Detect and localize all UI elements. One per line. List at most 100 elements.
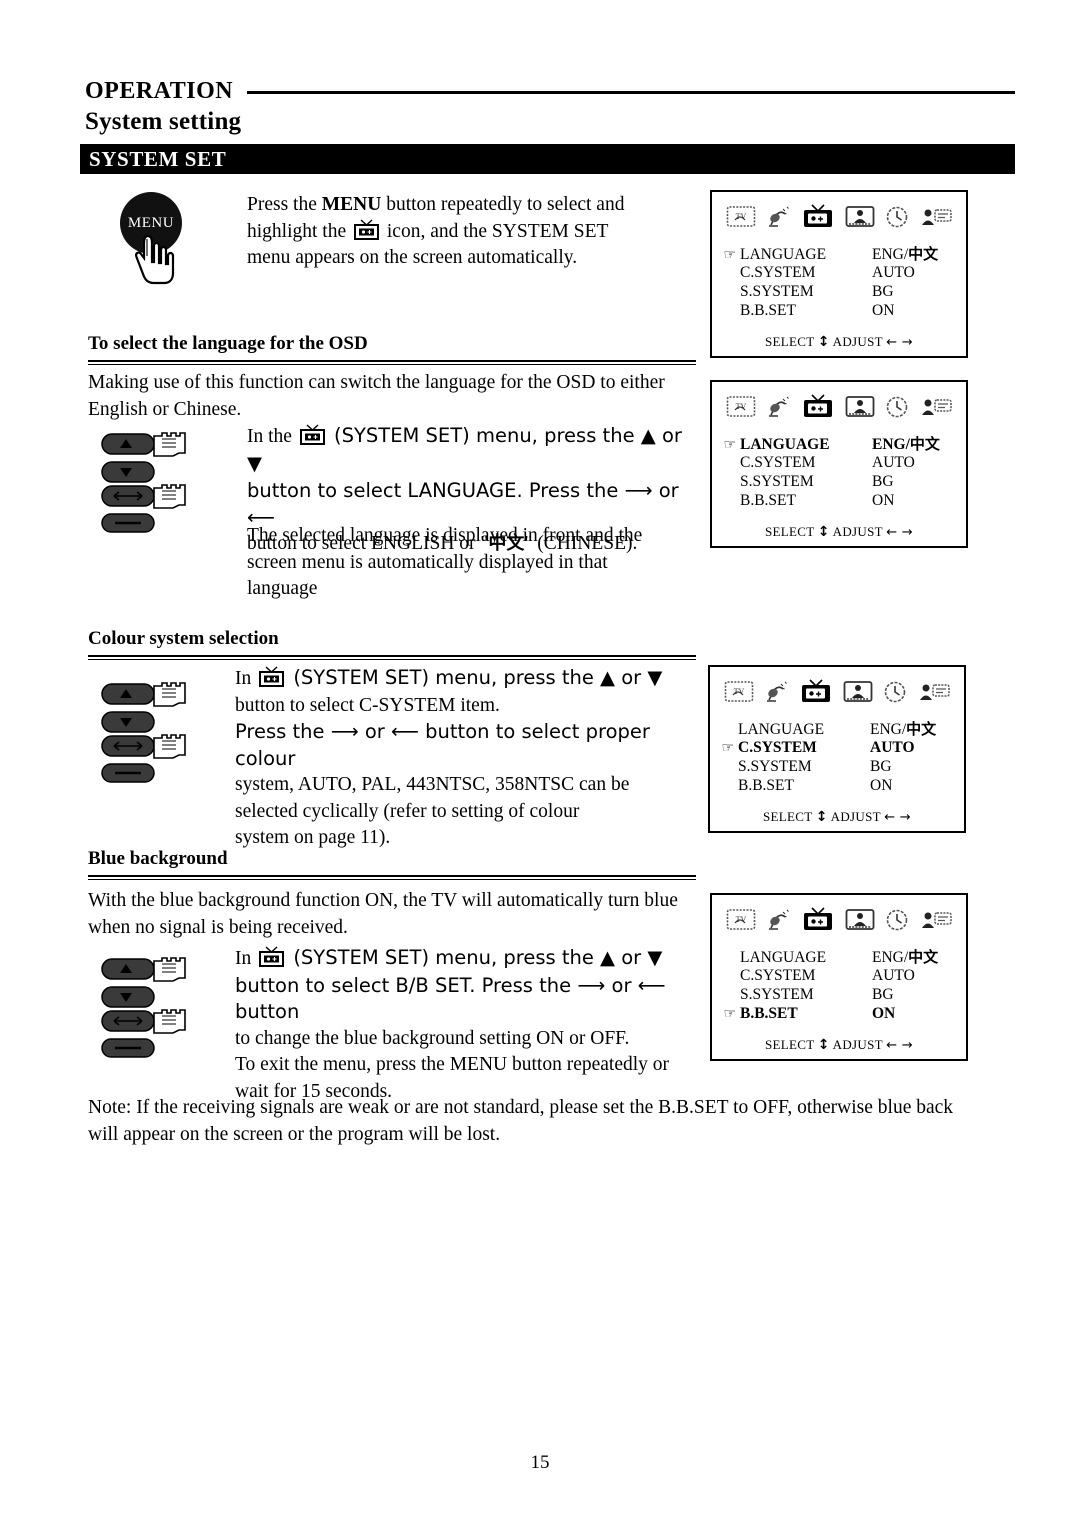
osd-row-language[interactable]: LANGUAGE ENG/中文 <box>712 948 966 967</box>
person-screen-icon[interactable] <box>845 205 875 229</box>
picture-tv-icon[interactable]: TV <box>724 680 754 704</box>
page-number: 15 <box>530 1452 550 1473</box>
osd-value-csystem: AUTO <box>872 967 915 984</box>
picture-tv-icon[interactable]: TV <box>726 908 756 932</box>
osd-row-bbset[interactable]: B.B.SET ON <box>712 302 966 321</box>
page-subtitle: System setting <box>85 108 242 135</box>
menu-button-illustration: MENU <box>112 192 197 287</box>
osd-row-language[interactable]: ☞ LANGUAGE ENG/中文 <box>712 435 966 454</box>
satellite-dish-icon[interactable] <box>764 680 790 704</box>
osd-row-ssystem[interactable]: S.SYSTEM BG <box>712 283 966 302</box>
section-banner: SYSTEM SET <box>80 144 1015 174</box>
osd-row-bbset[interactable]: B.B.SET ON <box>710 777 964 796</box>
remote-buttons-blue <box>100 955 205 1068</box>
system-set-tv-icon <box>354 218 379 240</box>
osd-row-language[interactable]: LANGUAGE ENG/中文 <box>710 720 964 739</box>
caption-person-icon[interactable] <box>920 908 952 932</box>
osd-row-csystem[interactable]: ☞ C.SYSTEM AUTO <box>710 739 964 758</box>
osd-panel-3: TV LANGUAGE ENG/中文 ☞ C.SYSTEM AUTO S.SYS… <box>708 665 966 833</box>
clock-icon[interactable] <box>884 395 910 419</box>
osd-value-language-en: ENG/ <box>870 721 907 738</box>
osd-row-bbset[interactable]: ☞ B.B.SET ON <box>712 1005 966 1024</box>
satellite-dish-icon[interactable] <box>766 908 792 932</box>
section-language-rule <box>88 360 696 365</box>
osd-row-csystem[interactable]: C.SYSTEM AUTO <box>712 967 966 986</box>
osd-row-language[interactable]: ☞ LANGUAGE ENG/中文 <box>712 245 966 264</box>
page-title: OPERATION <box>85 78 234 104</box>
person-screen-icon[interactable] <box>843 680 873 704</box>
osd-label-bbset: B.B.SET <box>738 777 794 794</box>
osd-footer-adjust-label: ADJUST <box>832 334 883 349</box>
osd-pointer-icon: ☞ <box>723 1007 736 1022</box>
clock-icon[interactable] <box>884 205 910 229</box>
intro-paragraph: Press the MENU button repeatedly to sele… <box>247 192 677 272</box>
osd-footer-adjust-arrows: ← → <box>886 525 914 540</box>
remote-button-cluster-icon <box>101 682 186 783</box>
clock-icon[interactable] <box>884 908 910 932</box>
osd-row-ssystem[interactable]: S.SYSTEM BG <box>712 986 966 1005</box>
flat-button-icon <box>101 1038 155 1058</box>
satellite-dish-icon[interactable] <box>766 205 792 229</box>
blue-step-line-1: In (SYSTEM SET) menu, press the ▲ or ▼ <box>235 945 700 973</box>
osd-label-csystem: C.SYSTEM <box>740 967 816 984</box>
picture-tv-icon[interactable]: TV <box>726 395 756 419</box>
system-set-tv-icon[interactable] <box>799 679 833 704</box>
osd-footer-select-label: SELECT <box>764 1037 815 1052</box>
osd-value-language: ENG/中文 <box>870 720 964 740</box>
system-set-tv-icon[interactable] <box>801 204 835 229</box>
remote-buttons-language <box>100 430 205 543</box>
section-blue-rule <box>88 875 696 880</box>
osd-footer-hint: SELECT ↕ ADJUST ← → <box>712 1024 966 1065</box>
caption-person-icon[interactable] <box>918 680 950 704</box>
intro-line-1-pre: Press the <box>247 194 322 215</box>
system-set-tv-icon[interactable] <box>801 394 835 419</box>
osd-pointer-icon: ☞ <box>723 438 736 453</box>
osd-label-ssystem: S.SYSTEM <box>738 758 812 775</box>
osd-value-bbset: ON <box>872 492 895 509</box>
osd-value-language-cn: 中文 <box>906 720 937 738</box>
osd-value-ssystem: BG <box>872 283 894 300</box>
osd-value-ssystem: BG <box>872 986 894 1003</box>
osd-value-ssystem: BG <box>870 758 892 775</box>
colour-step-line-4: system, AUTO, PAL, 443NTSC, 358NTSC can … <box>235 774 630 796</box>
osd-value-language: ENG/中文 <box>872 435 966 455</box>
caption-person-icon[interactable] <box>920 395 952 419</box>
intro-menu-keyword: MENU <box>321 194 382 215</box>
osd-pointer-icon: ☞ <box>723 248 736 263</box>
blue-step-line-3: to change the blue background setting ON… <box>235 1027 630 1049</box>
picture-tv-icon[interactable]: TV <box>726 205 756 229</box>
header-title-row: OPERATION <box>85 78 1015 105</box>
intro-line-2-post: icon, and the SYSTEM SET <box>382 220 609 242</box>
osd-icon-row: TV <box>712 895 966 932</box>
section-language-extra: The selected language is displayed in fr… <box>247 525 643 600</box>
osd-row-csystem[interactable]: C.SYSTEM AUTO <box>712 454 966 473</box>
leftright-button-icon <box>101 484 186 509</box>
caption-person-icon[interactable] <box>920 205 952 229</box>
person-screen-icon[interactable] <box>845 395 875 419</box>
osd-footer-select-label: SELECT <box>764 334 815 349</box>
osd-label-csystem: C.SYSTEM <box>740 264 816 281</box>
osd-label-csystem: C.SYSTEM <box>738 739 817 756</box>
page-header: OPERATION System setting <box>85 78 1015 136</box>
satellite-dish-icon[interactable] <box>766 395 792 419</box>
osd-label-ssystem: S.SYSTEM <box>740 986 814 1003</box>
blue-step-line-4: To exit the menu, press the MENU button … <box>235 1054 670 1076</box>
osd-footer-adjust-label: ADJUST <box>832 524 883 539</box>
clock-icon[interactable] <box>882 680 908 704</box>
system-set-tv-icon[interactable] <box>801 907 835 932</box>
up-button-icon <box>101 432 186 457</box>
person-screen-icon[interactable] <box>845 908 875 932</box>
osd-row-csystem[interactable]: C.SYSTEM AUTO <box>712 264 966 283</box>
system-set-tv-icon <box>259 666 285 687</box>
section-banner-label: SYSTEM SET <box>89 146 227 171</box>
osd-menu-rows: LANGUAGE ENG/中文 C.SYSTEM AUTO S.SYSTEM B… <box>712 932 966 1024</box>
remote-button-cluster-icon <box>101 957 186 1058</box>
osd-footer-select-label: SELECT <box>762 809 813 824</box>
osd-value-language: ENG/中文 <box>872 948 966 968</box>
osd-row-ssystem[interactable]: S.SYSTEM BG <box>710 758 964 777</box>
section-language-heading-block: To select the language for the OSD <box>88 333 696 365</box>
osd-row-bbset[interactable]: B.B.SET ON <box>712 492 966 511</box>
osd-footer-select-arrows: ↕ <box>817 334 830 350</box>
osd-pointer-icon: ☞ <box>721 741 734 756</box>
osd-row-ssystem[interactable]: S.SYSTEM BG <box>712 473 966 492</box>
